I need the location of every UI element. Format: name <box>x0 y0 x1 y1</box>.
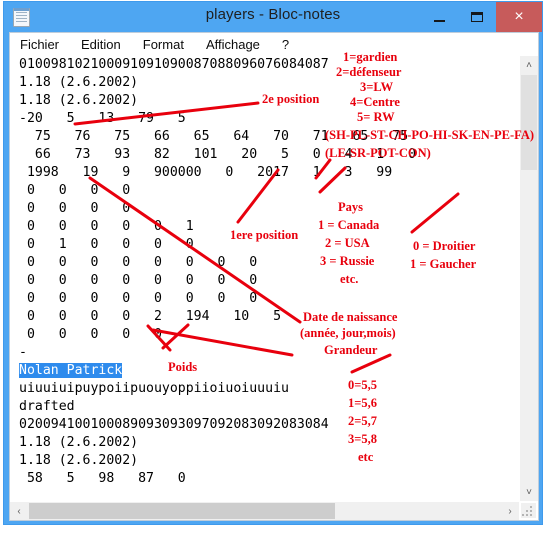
text-line: Nolan Patrick <box>10 362 519 380</box>
scroll-left-icon[interactable]: ‹ <box>10 502 28 520</box>
text-line: 1.18 (2.6.2002) <box>19 75 139 90</box>
maximize-button[interactable] <box>458 2 496 32</box>
screen-root: players - Bloc-notes × Fichier Edition F… <box>0 0 547 534</box>
text-line: 0 0 0 0 2 194 10 5 <box>19 309 282 324</box>
close-button[interactable]: × <box>496 2 542 32</box>
scroll-down-icon[interactable]: ˅ <box>520 483 538 501</box>
horizontal-scrollbar[interactable]: ‹ › <box>10 501 519 520</box>
text-line: 0 0 0 0 0 0 0 0 <box>19 273 258 288</box>
selected-text[interactable]: Nolan Patrick <box>19 363 123 378</box>
notepad-window: players - Bloc-notes × Fichier Edition F… <box>3 1 543 525</box>
text-line: 0 0 0 0 <box>19 201 131 216</box>
resize-grip-icon[interactable] <box>521 503 536 518</box>
text-line: 1.18 (2.6.2002) <box>19 93 139 108</box>
text-line: 020094100100089093093097092083092083084 <box>19 417 329 432</box>
menu-item-affichage[interactable]: Affichage <box>206 37 260 52</box>
window-titlebar[interactable]: players - Bloc-notes × <box>4 2 542 32</box>
menu-item-fichier[interactable]: Fichier <box>20 37 59 52</box>
text-line: 0 0 0 0 <box>19 183 131 198</box>
scroll-right-icon[interactable]: › <box>501 502 519 520</box>
text-line: - <box>19 345 27 360</box>
window-client-area: Fichier Edition Format Affichage ? 01009… <box>9 32 539 521</box>
text-line: 0 1 0 0 0 0 <box>19 237 194 252</box>
menu-item-edition[interactable]: Edition <box>81 37 121 52</box>
text-line: 0 0 0 0 0 <box>19 327 162 342</box>
vertical-scrollbar[interactable]: ˄ ˅ <box>519 56 538 501</box>
text-line: drafted <box>19 399 75 414</box>
menu-bar: Fichier Edition Format Affichage ? <box>10 33 538 57</box>
scroll-up-icon[interactable]: ˄ <box>520 56 538 74</box>
text-line: 1.18 (2.6.2002) <box>19 435 139 450</box>
text-line: 0 0 0 0 0 0 0 0 <box>19 255 258 270</box>
text-line: 1998 19 9 900000 0 2017 1 3 99 <box>19 165 393 180</box>
horizontal-scroll-thumb[interactable] <box>29 503 335 519</box>
vertical-scroll-thumb[interactable] <box>521 75 537 170</box>
minimize-button[interactable] <box>420 2 458 32</box>
text-line: 0 0 0 0 0 0 0 0 <box>19 291 258 306</box>
editor-region: 010098102100091091090087088096076084087 1… <box>10 56 538 520</box>
text-line: 75 76 75 66 65 64 70 71 65 75 <box>19 129 409 144</box>
text-line: 010098102100091091090087088096076084087 <box>19 57 329 72</box>
text-line: 58 5 98 87 0 <box>19 471 186 486</box>
text-line: 1.18 (2.6.2002) <box>19 453 139 468</box>
text-line: -20 5 13 79 5 <box>19 111 186 126</box>
window-controls: × <box>420 2 542 32</box>
text-line: uiuuiuipuypoiipuouyoppiioiuoiuuuiu <box>19 381 289 396</box>
text-line: 66 73 93 82 101 20 5 0 4 1 0 <box>19 147 416 162</box>
menu-item-help[interactable]: ? <box>282 37 289 52</box>
text-editor[interactable]: 010098102100091091090087088096076084087 1… <box>10 56 519 501</box>
menu-item-format[interactable]: Format <box>143 37 184 52</box>
text-line: 0 0 0 0 0 1 <box>19 219 194 234</box>
